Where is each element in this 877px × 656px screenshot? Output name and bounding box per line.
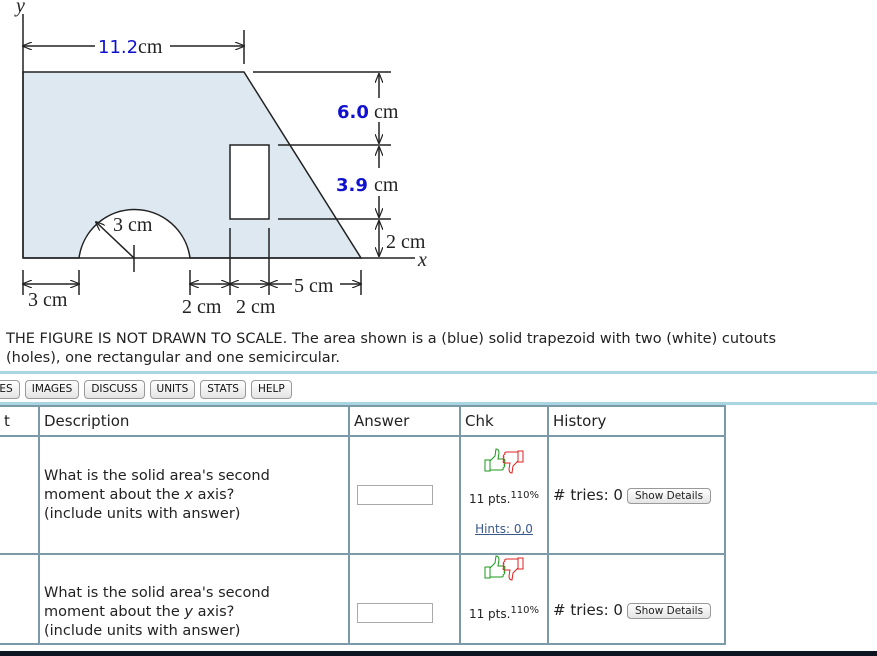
points: 11 pts.	[468, 492, 511, 506]
history-cell: # tries: 0 Show Details	[547, 553, 726, 645]
caption-line: (holes), one rectangular and one semicir…	[6, 350, 340, 366]
chk-cell: 11 pts.110%	[459, 553, 549, 645]
units-button[interactable]: UNITS	[149, 380, 196, 399]
top-width-value: 11.2	[98, 37, 138, 58]
question-cell: What is the solid area's second moment a…	[38, 553, 350, 645]
top-width-unit: cm	[138, 36, 163, 58]
question-text: moment about the	[44, 604, 185, 620]
points: 11 pts.	[468, 607, 511, 621]
question-text: What is the solid area's second	[44, 585, 270, 601]
points-percent: 110%	[510, 605, 540, 616]
answer-input[interactable]	[357, 485, 433, 505]
y-axis-label: y	[14, 0, 25, 17]
tries-count: # tries: 0	[553, 486, 623, 504]
question-text: What is the solid area's second	[44, 467, 270, 484]
part-cell	[0, 435, 40, 555]
table-row: What is the solid area's second moment a…	[0, 435, 726, 555]
show-details-button[interactable]: Show Details	[626, 602, 712, 619]
hints-link[interactable]: Hints: 0,0	[475, 522, 533, 536]
question-text: axis?	[192, 604, 235, 620]
notes-button[interactable]: TES	[0, 380, 20, 399]
help-button[interactable]: HELP	[250, 380, 292, 399]
dim-middle-unit: cm	[374, 174, 399, 196]
dim-lower: 2 cm	[386, 231, 426, 253]
question-cell: What is the solid area's second moment a…	[38, 435, 350, 555]
left-offset-label: 3 cm	[28, 289, 68, 311]
answer-input[interactable]	[357, 603, 433, 623]
answer-cell	[348, 435, 461, 555]
thumbs-up-icon[interactable]	[484, 555, 506, 579]
header-answer: Answer	[348, 405, 461, 437]
thumbs-down-icon[interactable]	[502, 557, 524, 581]
points-percent: 110%	[510, 490, 540, 501]
header-history: History	[547, 405, 726, 437]
axis-variable: y	[184, 604, 193, 620]
axis-variable: x	[184, 486, 193, 503]
bottom-bar	[0, 651, 877, 656]
tries-count: # tries: 0	[553, 601, 623, 619]
header-description: Description	[38, 405, 350, 437]
images-button[interactable]: IMAGES	[24, 380, 80, 399]
right-offset-label: 5 cm	[294, 275, 334, 297]
question-text: (include units with answer)	[44, 623, 241, 639]
part-cell	[0, 553, 40, 645]
dim-middle-value: 3.9	[336, 175, 368, 196]
history-cell: # tries: 0 Show Details	[547, 435, 726, 555]
show-details-button[interactable]: Show Details	[626, 487, 712, 504]
figure-caption: THE FIGURE IS NOT DRAWN TO SCALE. The ar…	[6, 330, 877, 368]
stats-button[interactable]: STATS	[200, 380, 246, 399]
discuss-button[interactable]: DISCUSS	[84, 380, 145, 399]
thumbs-down-icon[interactable]	[502, 450, 524, 474]
toolbar: TES IMAGES DISCUSS UNITS STATS HELP	[0, 380, 292, 399]
feedback-icons	[484, 555, 524, 581]
answer-cell	[348, 553, 461, 645]
gap-2-label: 2 cm	[236, 296, 276, 318]
table-row: What is the solid area's second moment a…	[0, 553, 726, 645]
radius-label: 3 cm	[113, 214, 153, 236]
question-text: axis?	[192, 486, 235, 503]
header-chk: Chk	[459, 405, 549, 437]
dim-upper-unit: cm	[374, 101, 399, 123]
trapezoid-figure: y x 11.2 cm 6.0 cm 3.9 cm 2 cm 3 cm 3 cm…	[14, 0, 427, 318]
dim-upper-value: 6.0	[337, 102, 369, 123]
questions-table: t Description Answer Chk History What is…	[0, 405, 726, 645]
thumbs-up-icon[interactable]	[484, 448, 506, 472]
feedback-icons	[484, 448, 524, 474]
chk-cell: 11 pts.110% Hints: 0,0	[459, 435, 549, 555]
question-text: moment about the	[44, 486, 185, 503]
table-header: t Description Answer Chk History	[0, 405, 726, 437]
header-part: t	[0, 405, 40, 437]
question-text: (include units with answer)	[44, 505, 241, 522]
caption-line: THE FIGURE IS NOT DRAWN TO SCALE. The ar…	[6, 331, 776, 347]
gap-1-label: 2 cm	[182, 296, 222, 318]
divider	[0, 371, 877, 374]
